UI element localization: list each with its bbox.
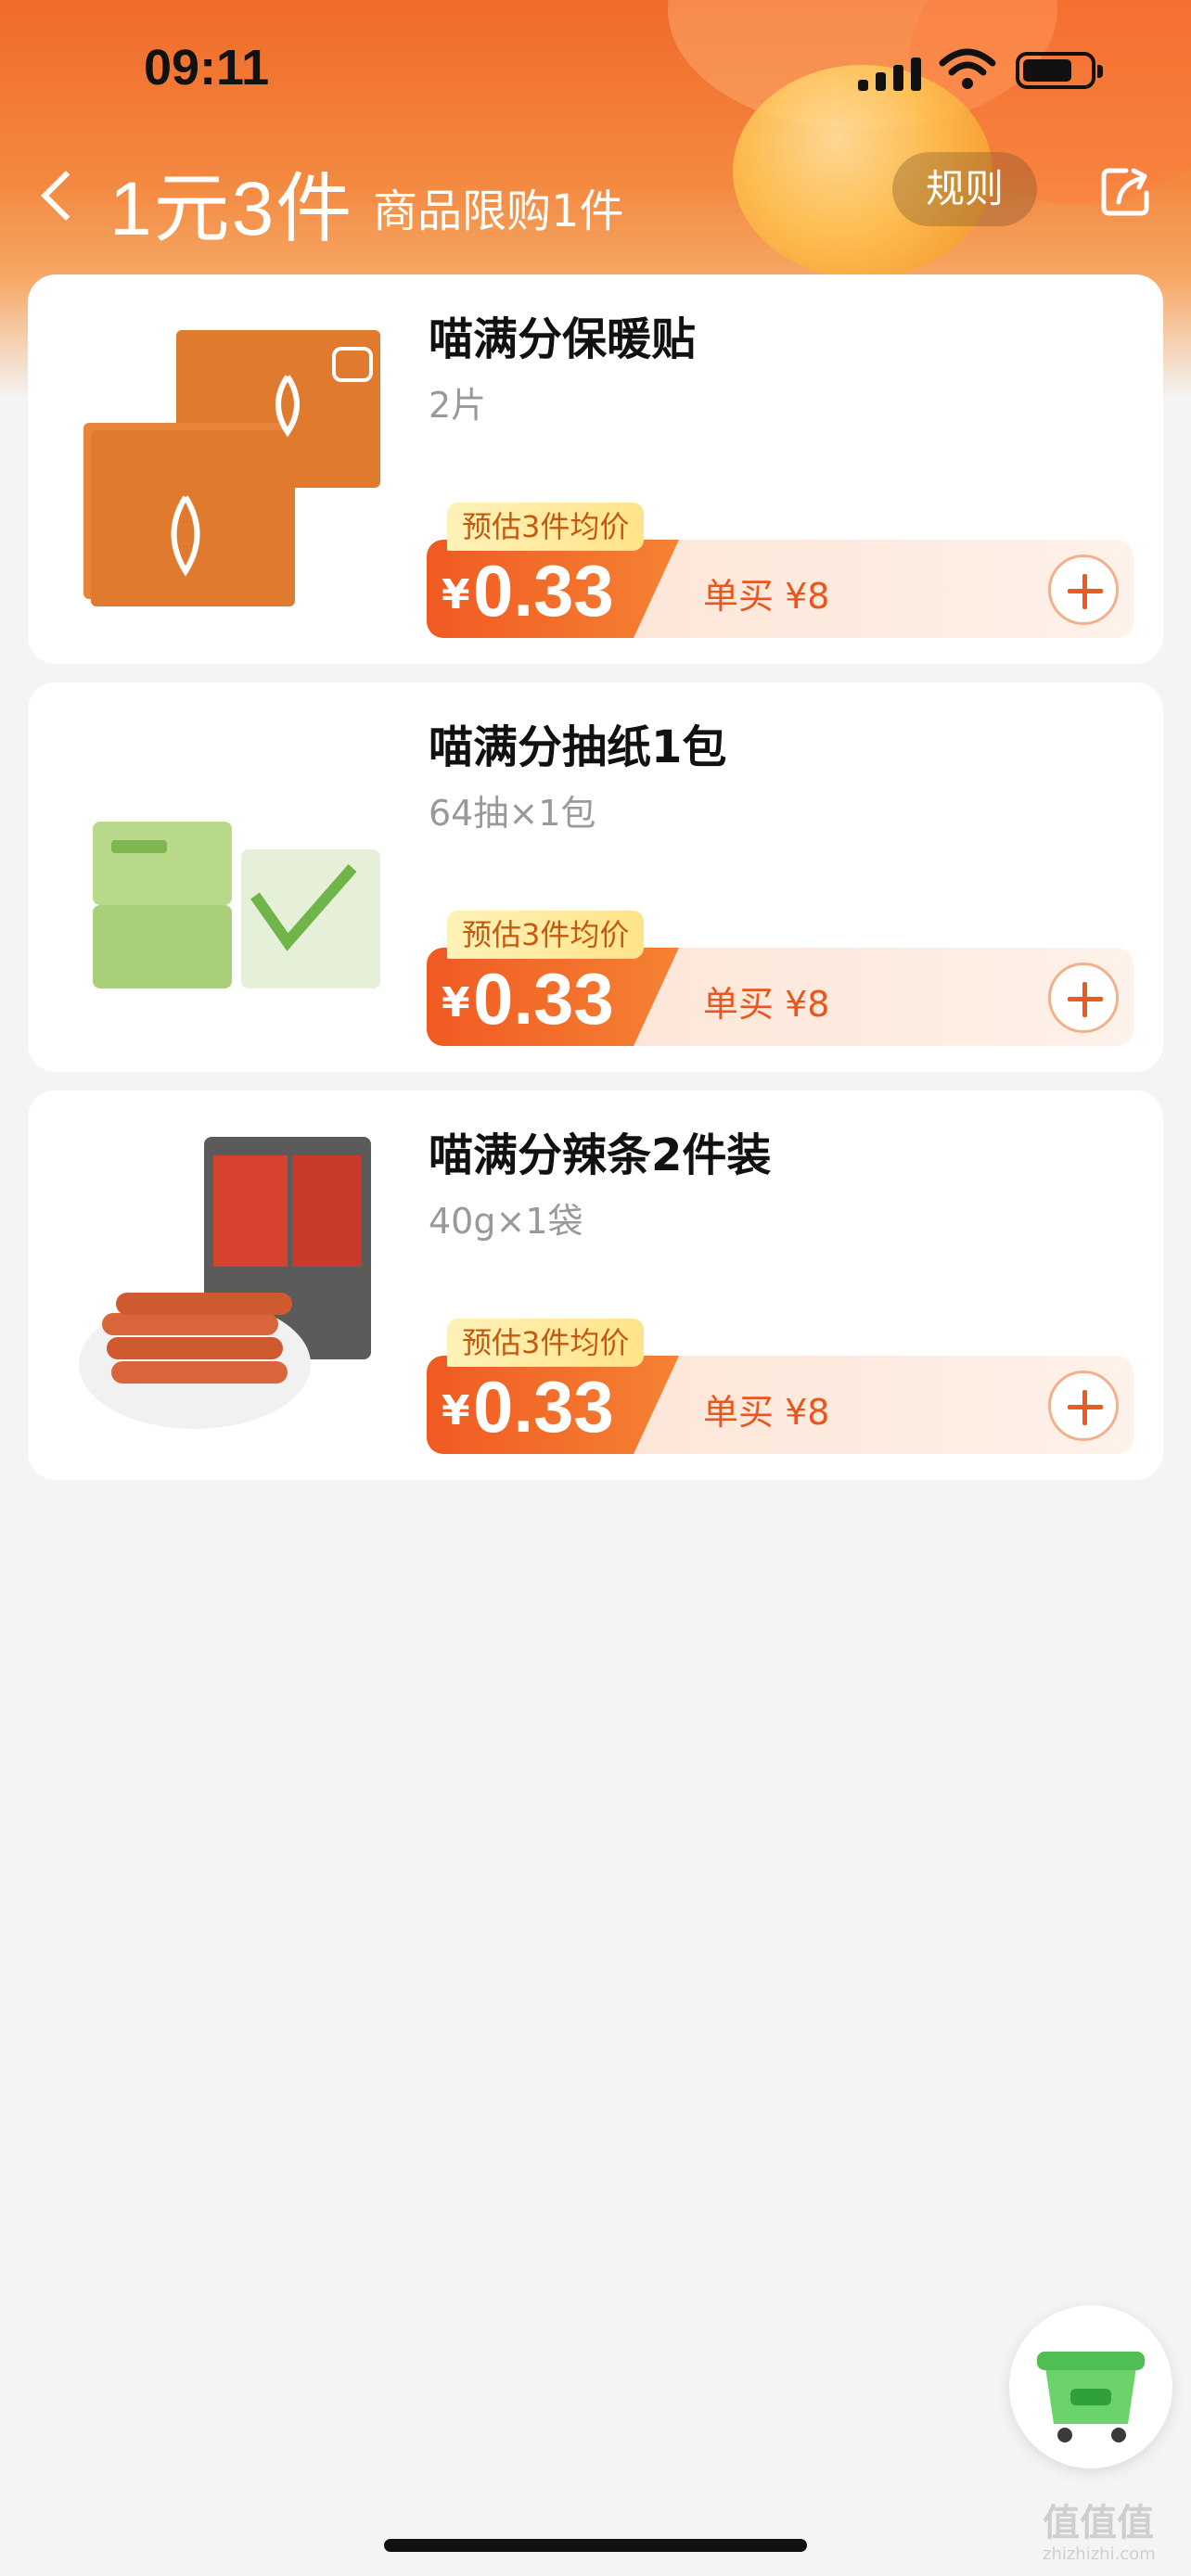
price-tag-label: 预估3件均价 (447, 911, 645, 959)
status-bar: 09:11 (0, 0, 1191, 139)
product-name: 喵满分辣条2件装 (429, 1129, 772, 1181)
price-tag-label: 预估3件均价 (447, 1319, 645, 1367)
bundle-price-value: 0.33 (473, 1366, 614, 1447)
watermark-url: zhizhizhi.com (1043, 2544, 1156, 2564)
single-price: 单买 ¥8 (703, 984, 830, 1025)
plus-icon[interactable] (1048, 555, 1119, 625)
share-icon[interactable] (1098, 165, 1152, 219)
wifi-icon (939, 48, 996, 89)
currency-symbol: ¥ (442, 1387, 470, 1435)
page-subtitle: 商品限购1件 (373, 185, 624, 237)
plus-icon[interactable] (1048, 963, 1119, 1033)
watermark: 值值值 (1043, 2502, 1154, 2544)
product-spec: 64抽×1包 (429, 793, 596, 834)
rules-button[interactable]: 规则 (892, 152, 1037, 226)
product-name: 喵满分抽纸1包 (429, 721, 727, 773)
signal-icon (858, 54, 923, 91)
shopping-basket-button[interactable] (1009, 2305, 1172, 2468)
price-bar: ¥ 0.33 预估3件均价 单买 ¥8 (427, 503, 1133, 638)
nav-bar: 1元3件 商品限购1件 规则 (0, 139, 1191, 251)
status-time: 09:11 (144, 40, 270, 96)
shopping-basket-icon (1037, 2352, 1145, 2442)
price-bar: ¥ 0.33 预估3件均价 单买 ¥8 (427, 911, 1133, 1046)
single-price: 单买 ¥8 (703, 1392, 830, 1433)
product-spec: 2片 (429, 385, 487, 426)
bundle-price: ¥ 0.33 (427, 948, 679, 1046)
bundle-price: ¥ 0.33 (427, 1356, 679, 1454)
bundle-price-value: 0.33 (473, 958, 614, 1039)
price-tag-label: 预估3件均价 (447, 503, 645, 551)
product-image-warmer (83, 330, 380, 606)
back-icon[interactable] (41, 171, 91, 221)
home-indicator[interactable] (384, 2539, 807, 2552)
bundle-price-value: 0.33 (473, 550, 614, 631)
currency-symbol: ¥ (442, 571, 470, 618)
product-spec: 40g×1袋 (429, 1201, 583, 1242)
product-image-spicy-strips (79, 1137, 371, 1429)
currency-symbol: ¥ (442, 979, 470, 1027)
product-card[interactable]: 喵满分保暖贴 2片 ¥ 0.33 预估3件均价 单买 ¥8 (28, 274, 1163, 664)
product-name: 喵满分保暖贴 (429, 313, 697, 365)
page-title: 1元3件 (109, 167, 354, 251)
price-bar: ¥ 0.33 预估3件均价 单买 ¥8 (427, 1319, 1133, 1454)
product-image-tissue (93, 822, 380, 988)
product-card[interactable]: 喵满分抽纸1包 64抽×1包 ¥ 0.33 预估3件均价 单买 ¥8 (28, 682, 1163, 1072)
battery-icon (1016, 52, 1103, 89)
single-price: 单买 ¥8 (703, 576, 830, 617)
plus-icon[interactable] (1048, 1371, 1119, 1441)
bundle-price: ¥ 0.33 (427, 540, 679, 638)
product-card[interactable]: 喵满分辣条2件装 40g×1袋 ¥ 0.33 预估3件均价 单买 ¥8 (28, 1090, 1163, 1480)
